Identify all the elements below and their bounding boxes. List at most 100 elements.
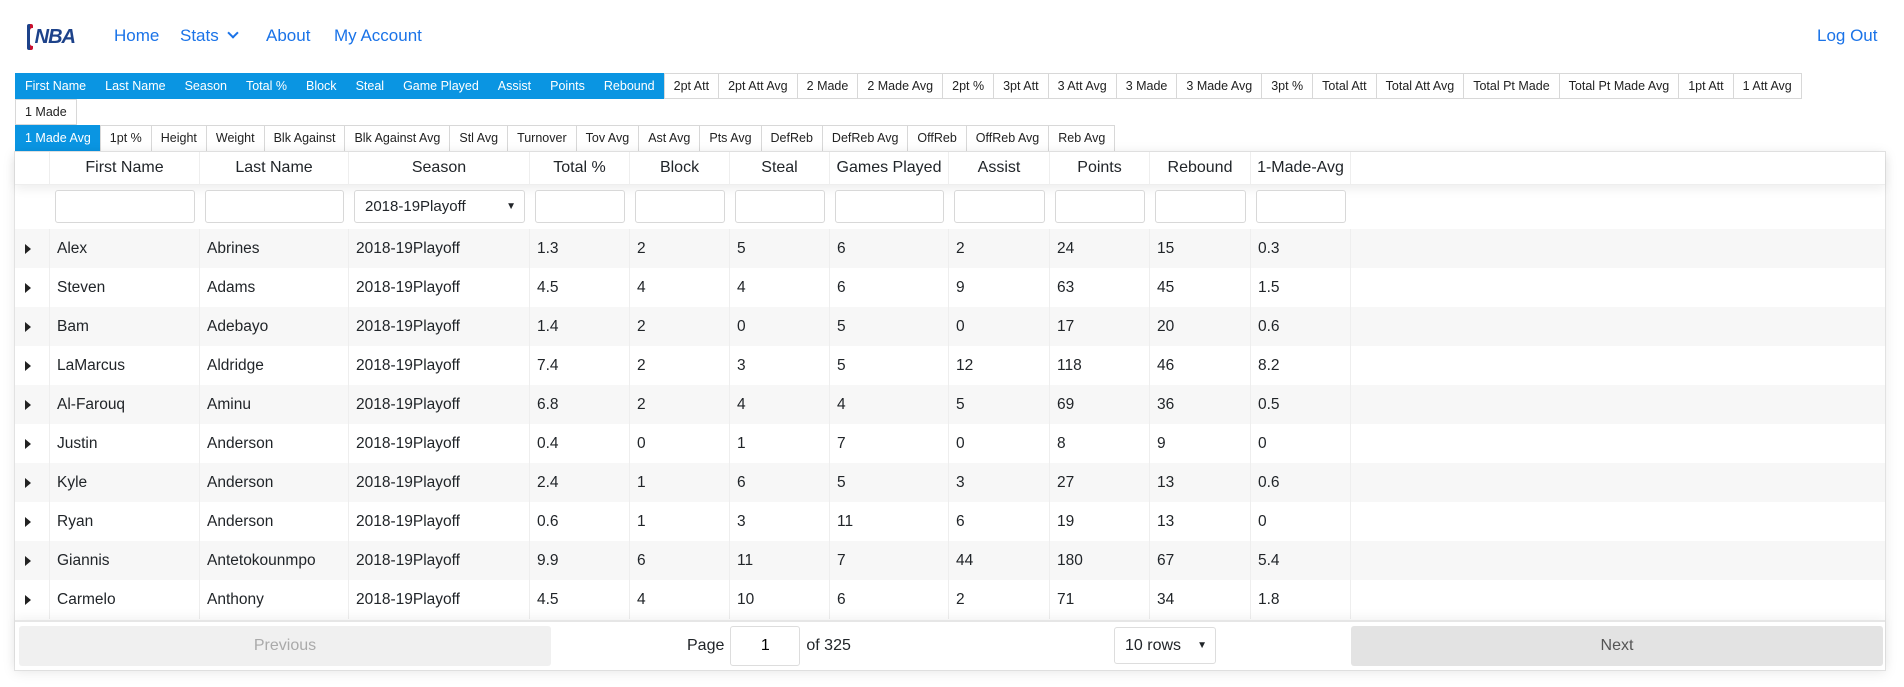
- column-toggle-rebound[interactable]: Rebound: [593, 73, 665, 99]
- column-toggle-last-name[interactable]: Last Name: [95, 73, 176, 99]
- table-cell: 1: [630, 502, 730, 541]
- column-toggle-steal[interactable]: Steal: [345, 73, 395, 99]
- table-cell: Alex: [50, 229, 200, 268]
- column-toggle-offreb[interactable]: OffReb: [907, 125, 967, 152]
- table-cell: 9: [1150, 424, 1251, 463]
- expand-row-toggle[interactable]: [15, 229, 50, 268]
- column-toggle-offreb-avg[interactable]: OffReb Avg: [965, 125, 1050, 152]
- filter-input-block[interactable]: [635, 190, 725, 223]
- column-header[interactable]: Points: [1050, 152, 1150, 184]
- next-button[interactable]: Next: [1351, 626, 1883, 666]
- column-header[interactable]: First Name: [50, 152, 200, 184]
- table-cell: Adebayo: [200, 307, 349, 346]
- column-toggle-2-made-avg[interactable]: 2 Made Avg: [857, 73, 944, 99]
- column-toggle-1pt-[interactable]: 1pt %: [99, 125, 152, 152]
- expand-row-toggle[interactable]: [15, 385, 50, 424]
- column-toggle-2pt-att[interactable]: 2pt Att: [663, 73, 720, 99]
- filter-input-last-name[interactable]: [205, 190, 344, 223]
- column-toggle-3pt-att[interactable]: 3pt Att: [993, 73, 1049, 99]
- table-cell: 0: [1251, 502, 1351, 541]
- table-cell: 6: [730, 463, 830, 502]
- column-toggle-total-pt-made-avg[interactable]: Total Pt Made Avg: [1558, 73, 1680, 99]
- page-input[interactable]: [730, 626, 801, 666]
- column-toggle-block[interactable]: Block: [295, 73, 347, 99]
- expand-row-toggle[interactable]: [15, 424, 50, 463]
- expand-row-toggle[interactable]: [15, 463, 50, 502]
- column-toggle-3-made-avg[interactable]: 3 Made Avg: [1176, 73, 1263, 99]
- column-toggle-3pt-[interactable]: 3pt %: [1261, 73, 1314, 99]
- column-toggle-first-name[interactable]: First Name: [15, 73, 97, 99]
- table-cell: 9.9: [530, 541, 630, 580]
- column-toggle-weight[interactable]: Weight: [205, 125, 265, 152]
- column-toggle-3-att-avg[interactable]: 3 Att Avg: [1047, 73, 1117, 99]
- column-toggle-total-att-avg[interactable]: Total Att Avg: [1375, 73, 1465, 99]
- table-cell: 36: [1150, 385, 1251, 424]
- expand-row-toggle[interactable]: [15, 541, 50, 580]
- column-header[interactable]: Last Name: [200, 152, 349, 184]
- column-header[interactable]: Steal: [730, 152, 830, 184]
- column-header[interactable]: Games Played: [830, 152, 949, 184]
- filter-row: 2018-19Playoff ▼: [15, 184, 1885, 229]
- expand-row-toggle[interactable]: [15, 580, 50, 619]
- nav-home[interactable]: Home: [114, 26, 159, 46]
- column-toggle-season[interactable]: Season: [174, 73, 237, 99]
- column-toggle-stl-avg[interactable]: Stl Avg: [449, 125, 509, 152]
- table-cell: 3: [730, 502, 830, 541]
- column-toggle-ast-avg[interactable]: Ast Avg: [638, 125, 701, 152]
- column-toggle-turnover[interactable]: Turnover: [507, 125, 577, 152]
- column-toggle-height[interactable]: Height: [150, 125, 207, 152]
- filter-input-total-[interactable]: [535, 190, 625, 223]
- column-toggle-1-att-avg[interactable]: 1 Att Avg: [1732, 73, 1802, 99]
- filter-input-steal[interactable]: [735, 190, 825, 223]
- filter-input-1-made-avg[interactable]: [1256, 190, 1346, 223]
- column-toggle-2-made[interactable]: 2 Made: [796, 73, 859, 99]
- column-toggle-1pt-att[interactable]: 1pt Att: [1678, 73, 1734, 99]
- column-toggle-total-pt-made[interactable]: Total Pt Made: [1463, 73, 1560, 99]
- column-toggle-1-made[interactable]: 1 Made: [15, 99, 77, 125]
- filter-input-games-played[interactable]: [835, 190, 944, 223]
- rows-per-page-select[interactable]: 10 rows ▼: [1114, 627, 1216, 664]
- column-toggle-defreb[interactable]: DefReb: [760, 125, 823, 152]
- expand-row-toggle[interactable]: [15, 346, 50, 385]
- filter-input-points[interactable]: [1055, 190, 1145, 223]
- column-header[interactable]: Total %: [530, 152, 630, 184]
- column-toggle-total-att[interactable]: Total Att: [1312, 73, 1377, 99]
- filter-input-assist[interactable]: [954, 190, 1045, 223]
- filter-input-first-name[interactable]: [55, 190, 195, 223]
- column-toggle-defreb-avg[interactable]: DefReb Avg: [821, 125, 909, 152]
- column-toggle-tov-avg[interactable]: Tov Avg: [575, 125, 640, 152]
- column-toggle-total-[interactable]: Total %: [235, 73, 297, 99]
- column-header[interactable]: Season: [349, 152, 530, 184]
- column-toggle-pts-avg[interactable]: Pts Avg: [699, 125, 762, 152]
- column-toggle-2pt-att-avg[interactable]: 2pt Att Avg: [718, 73, 798, 99]
- season-filter-select[interactable]: 2018-19Playoff ▼: [354, 190, 525, 223]
- logout-link[interactable]: Log Out: [1817, 26, 1878, 46]
- navbar: NBA Home Stats About My Account Log Out: [0, 0, 1904, 72]
- nav-my-account[interactable]: My Account: [334, 26, 422, 46]
- previous-button[interactable]: Previous: [19, 626, 551, 666]
- filter-input-rebound[interactable]: [1155, 190, 1246, 223]
- column-header[interactable]: 1-Made-Avg: [1251, 152, 1351, 184]
- column-header[interactable]: Rebound: [1150, 152, 1251, 184]
- column-toggle-game-played[interactable]: Game Played: [393, 73, 489, 99]
- column-header[interactable]: Assist: [949, 152, 1050, 184]
- expand-row-toggle[interactable]: [15, 502, 50, 541]
- column-toggle-points[interactable]: Points: [540, 73, 595, 99]
- column-toggle-1-made-avg[interactable]: 1 Made Avg: [15, 125, 101, 152]
- expand-row-toggle[interactable]: [15, 268, 50, 307]
- expand-row-toggle[interactable]: [15, 307, 50, 346]
- column-toggle-2pt-[interactable]: 2pt %: [942, 73, 995, 99]
- column-toggle-assist[interactable]: Assist: [487, 73, 542, 99]
- table-cell: 3: [730, 346, 830, 385]
- nav-stats[interactable]: Stats: [180, 26, 239, 46]
- table-cell: 2018-19Playoff: [349, 502, 530, 541]
- column-toggle-reb-avg[interactable]: Reb Avg: [1048, 125, 1116, 152]
- column-toggle-3-made[interactable]: 3 Made: [1115, 73, 1178, 99]
- nav-about[interactable]: About: [266, 26, 310, 46]
- table-cell: 4: [830, 385, 949, 424]
- nba-logo[interactable]: NBA: [27, 23, 76, 51]
- column-header[interactable]: Block: [630, 152, 730, 184]
- filter-cell: 2018-19Playoff ▼: [349, 184, 530, 229]
- column-toggle-blk-against-avg[interactable]: Blk Against Avg: [344, 125, 451, 152]
- column-toggle-blk-against[interactable]: Blk Against: [263, 125, 346, 152]
